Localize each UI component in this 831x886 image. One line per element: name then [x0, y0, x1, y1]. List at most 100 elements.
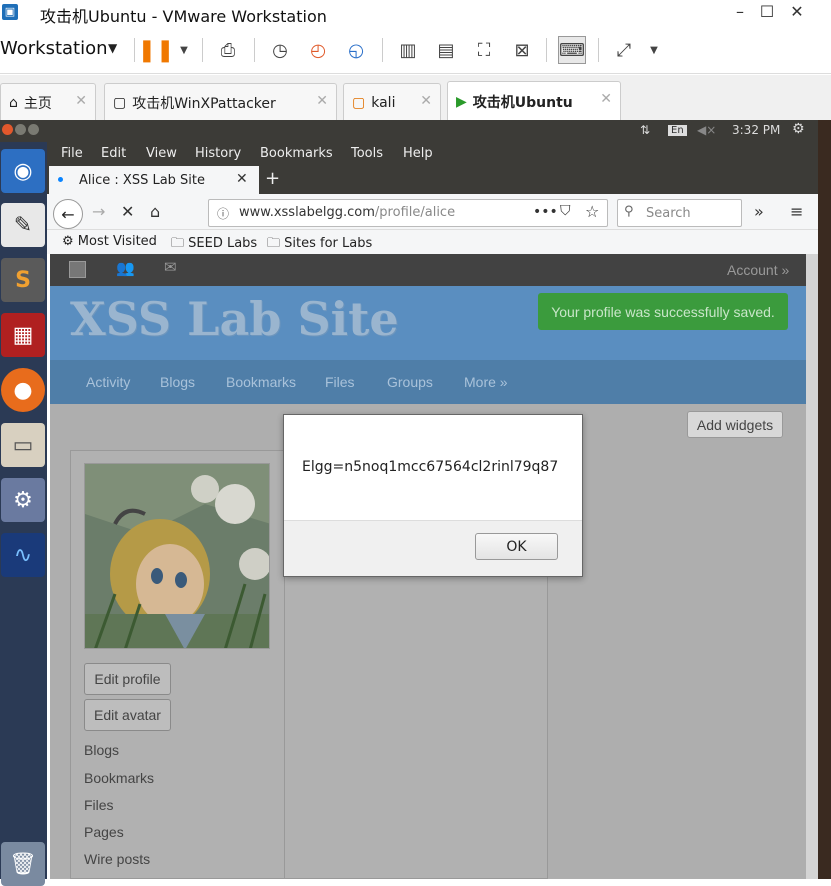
revert-snapshot-icon[interactable]: ◴ — [304, 36, 332, 64]
page-actions-icon[interactable]: ••• — [533, 204, 558, 220]
pause-icon[interactable]: ❚❚ — [138, 36, 175, 64]
close-icon[interactable]: ✕ — [600, 91, 612, 107]
volume-icon[interactable]: ◀× — [697, 123, 716, 137]
link-pages[interactable]: Pages — [84, 824, 124, 840]
info-icon[interactable]: ⓘ — [217, 205, 229, 222]
add-widgets-button[interactable]: Add widgets — [687, 411, 783, 438]
close-icon[interactable] — [2, 124, 13, 135]
back-button[interactable]: ← — [53, 199, 83, 229]
site-title[interactable]: XSS Lab Site — [70, 292, 399, 346]
fullscreen-icon[interactable]: ⛶ — [470, 36, 498, 64]
account-menu[interactable]: Account » — [727, 262, 789, 278]
menu-file[interactable]: File — [61, 146, 83, 161]
ok-button[interactable]: OK — [475, 533, 558, 560]
settings-gear-icon[interactable]: ⚙ — [792, 121, 805, 137]
console-view-icon[interactable]: ▤ — [432, 36, 460, 64]
bookmark-star-icon[interactable]: ☆ — [585, 202, 599, 221]
nav-files[interactable]: Files — [325, 374, 355, 390]
tab-winxp-attacker[interactable]: ▢ 攻击机WinXPattacker ✕ — [104, 83, 337, 121]
terminal-icon[interactable]: ⌨ — [558, 36, 586, 64]
unity-icon[interactable]: ⊠ — [508, 36, 536, 64]
toolbar-divider — [382, 38, 383, 62]
link-blogs[interactable]: Blogs — [84, 742, 119, 758]
nav-blogs[interactable]: Blogs — [160, 374, 195, 390]
tab-label: 主页 — [23, 95, 52, 112]
browser-tab-active[interactable]: Alice : XSS Lab Site — [49, 166, 259, 194]
bookmark-sites-for-labs[interactable]: 🗀 Sites for Labs — [267, 234, 372, 256]
link-files[interactable]: Files — [84, 797, 114, 813]
minimize-icon[interactable] — [15, 124, 26, 135]
bookmark-seed-labs[interactable]: 🗀 SEED Labs — [171, 234, 257, 256]
menu-history[interactable]: History — [195, 146, 241, 161]
stop-button[interactable]: ✕ — [121, 202, 134, 221]
toolbar-divider — [598, 38, 599, 62]
menu-view[interactable]: View — [146, 146, 177, 161]
folder-icon: 🗀 — [171, 236, 189, 251]
search-icon: ⚲ — [624, 204, 634, 219]
close-icon[interactable]: ✕ — [75, 93, 87, 109]
snapshot-icon[interactable]: ◷ — [266, 36, 294, 64]
close-tab-icon[interactable]: ✕ — [236, 171, 248, 187]
keyboard-layout[interactable]: En — [668, 125, 687, 136]
nav-activity[interactable]: Activity — [86, 374, 130, 390]
vmware-logo-icon: ▣ — [2, 4, 18, 20]
tab-label: kali — [371, 94, 396, 111]
menu-tools[interactable]: Tools — [351, 146, 383, 161]
network-icon[interactable]: ⇅ — [640, 123, 650, 137]
overflow-menu-icon[interactable]: » — [754, 202, 764, 221]
home-icon: ⌂ — [9, 94, 18, 111]
ubuntu-dash-icon[interactable]: ◉ — [1, 149, 45, 193]
friends-icon[interactable]: 👥 — [116, 259, 135, 277]
menu-edit[interactable]: Edit — [101, 146, 126, 161]
sidebar-view-icon[interactable]: ▥ — [394, 36, 422, 64]
workspace-icon[interactable]: ▦ — [1, 313, 45, 357]
minimize-button[interactable]: – — [728, 2, 752, 21]
forward-button[interactable]: → — [92, 202, 105, 221]
success-message[interactable]: Your profile was successfully saved. — [538, 293, 788, 330]
menu-help[interactable]: Help — [403, 146, 433, 161]
system-settings-icon[interactable]: ⚙ — [1, 478, 45, 522]
close-icon[interactable]: ✕ — [316, 93, 328, 109]
new-tab-button[interactable]: + — [265, 168, 280, 189]
pocket-icon[interactable]: ⛉ — [560, 203, 571, 219]
firefox-icon[interactable]: ● — [1, 368, 45, 412]
tab-home[interactable]: ⌂ 主页 ✕ — [0, 83, 96, 121]
tab-ubuntu-attacker[interactable]: ▶ 攻击机Ubuntu ✕ — [447, 81, 621, 121]
url-text[interactable]: www.xsslabelgg.com/profile/alice — [239, 205, 455, 220]
tab-label: 攻击机Ubuntu — [472, 94, 573, 111]
edit-profile-button[interactable]: Edit profile — [84, 663, 171, 695]
bookmark-most-visited[interactable]: ⚙ Most Visited — [62, 234, 157, 249]
chevron-down-icon[interactable]: ▼ — [108, 41, 117, 55]
stretch-icon[interactable]: ⤢ — [610, 36, 638, 64]
elgg-logo-icon[interactable] — [69, 261, 86, 278]
messages-icon[interactable]: ✉ — [164, 258, 177, 276]
link-bookmarks[interactable]: Bookmarks — [84, 770, 154, 786]
wireshark-icon[interactable]: ∿ — [1, 533, 45, 577]
tab-kali[interactable]: ▢ kali ✕ — [343, 83, 441, 121]
tab-label: 攻击机WinXPattacker — [132, 95, 276, 112]
text-editor-icon[interactable]: ✎ — [1, 203, 45, 247]
workstation-menu[interactable]: Workstation — [0, 38, 108, 59]
sublime-icon[interactable]: S — [1, 258, 45, 302]
stretch-dropdown-icon[interactable]: ▼ — [640, 36, 668, 64]
menu-bookmarks[interactable]: Bookmarks — [260, 146, 333, 161]
maximize-icon[interactable] — [28, 124, 39, 135]
send-keys-icon[interactable]: ⎙ — [214, 36, 242, 64]
home-button[interactable]: ⌂ — [150, 202, 160, 221]
maximize-button[interactable]: ☐ — [755, 2, 779, 21]
edit-avatar-button[interactable]: Edit avatar — [84, 699, 171, 731]
close-window-button[interactable]: ✕ — [785, 2, 809, 21]
pause-dropdown-icon[interactable]: ▼ — [170, 36, 198, 64]
scrollbar[interactable] — [806, 254, 818, 879]
close-icon[interactable]: ✕ — [420, 93, 432, 109]
hamburger-menu-icon[interactable]: ≡ — [790, 202, 803, 221]
avatar[interactable] — [84, 463, 270, 649]
clock[interactable]: 3:32 PM — [732, 123, 780, 137]
nav-more[interactable]: More » — [464, 374, 508, 390]
files-icon[interactable]: ▭ — [1, 423, 45, 467]
nav-bookmarks[interactable]: Bookmarks — [226, 374, 296, 390]
snapshot-manager-icon[interactable]: ◵ — [342, 36, 370, 64]
nav-groups[interactable]: Groups — [387, 374, 433, 390]
link-wire-posts[interactable]: Wire posts — [84, 851, 150, 867]
trash-icon[interactable]: 🗑 — [1, 842, 45, 886]
